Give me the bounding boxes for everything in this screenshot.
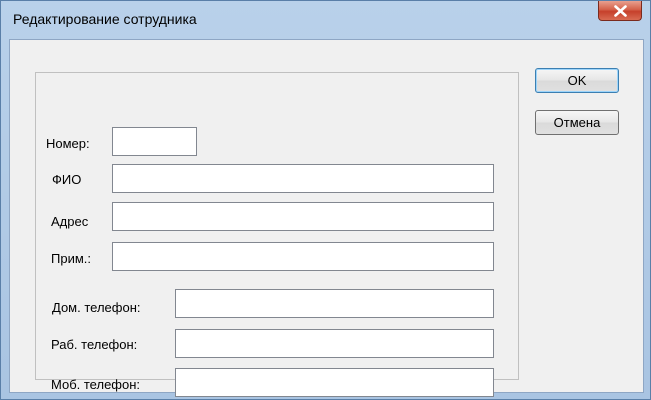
- address-label: Адрес: [51, 214, 89, 229]
- window-title: Редактирование сотрудника: [13, 11, 197, 27]
- address-field[interactable]: [112, 202, 494, 231]
- fio-label: ФИО: [52, 172, 82, 187]
- cancel-button[interactable]: Отмена: [535, 110, 619, 135]
- dialog-client-area: Номер: ФИО Адрес Прим.: Дом. телефон: Ра…: [9, 39, 644, 397]
- number-field[interactable]: [112, 127, 197, 156]
- number-label: Номер:: [46, 136, 90, 151]
- employee-group-box: Номер: ФИО Адрес Прим.: Дом. телефон: Ра…: [35, 72, 519, 397]
- work-phone-label: Раб. телефон:: [51, 337, 138, 352]
- dialog-window: Редактирование сотрудника Номер: ФИО Адр…: [0, 0, 651, 400]
- fio-field[interactable]: [112, 164, 494, 193]
- title-bar[interactable]: Редактирование сотрудника: [1, 1, 650, 39]
- mobile-phone-field[interactable]: [175, 368, 494, 397]
- home-phone-label: Дом. телефон:: [52, 300, 141, 315]
- home-phone-field[interactable]: [175, 289, 494, 318]
- ok-button[interactable]: OK: [535, 68, 619, 93]
- close-button[interactable]: [598, 1, 642, 21]
- note-field[interactable]: [112, 242, 494, 271]
- close-icon: [614, 5, 627, 17]
- note-label: Прим.:: [51, 251, 91, 266]
- mobile-phone-label: Моб. телефон:: [51, 377, 141, 392]
- work-phone-field[interactable]: [175, 329, 494, 358]
